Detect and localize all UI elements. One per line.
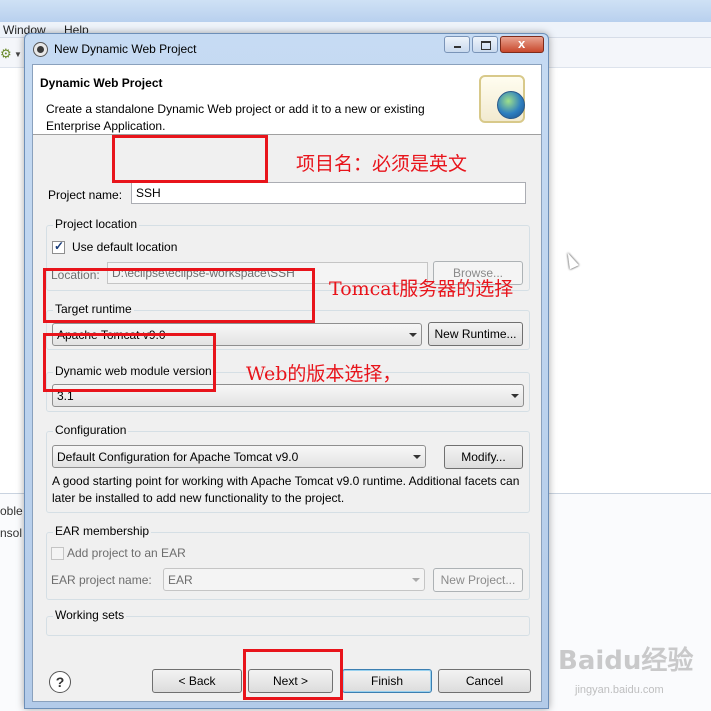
project-name-input[interactable]: SSH <box>131 182 526 204</box>
web-project-globe-icon <box>479 75 525 123</box>
dialog-title: New Dynamic Web Project <box>54 42 197 56</box>
project-name-highlight <box>112 135 268 183</box>
finish-button[interactable]: Finish <box>342 669 432 693</box>
use-default-location-checkbox[interactable] <box>52 239 65 254</box>
workbench-title-bar <box>0 0 711 22</box>
tab-problems[interactable]: oble <box>0 504 23 518</box>
wizard-banner: Dynamic Web Project Create a standalone … <box>33 65 541 135</box>
new-project-button: New Project... <box>433 568 523 592</box>
baidu-watermark-url: jingyan.baidu.com <box>575 684 664 696</box>
module-version-highlight <box>43 333 216 392</box>
chevron-down-icon <box>412 578 420 582</box>
help-icon[interactable]: ? <box>49 671 71 693</box>
configuration-value: Default Configuration for Apache Tomcat … <box>57 450 299 464</box>
window-controls <box>444 36 544 53</box>
close-button[interactable] <box>500 36 544 53</box>
ear-membership-group: EAR membership Add project to an EAR EAR… <box>46 524 530 600</box>
project-name-label: Project name: <box>48 188 123 202</box>
target-runtime-highlight <box>43 268 315 323</box>
minimize-button[interactable] <box>444 36 470 53</box>
next-button-highlight <box>243 649 343 700</box>
add-to-ear-label: Add project to an EAR <box>67 546 186 560</box>
runtime-annotation: Tomcat服务器的选择 <box>329 278 514 300</box>
chevron-down-icon <box>511 394 519 398</box>
ear-project-select: EAR <box>163 568 425 591</box>
ear-membership-title: EAR membership <box>53 524 152 538</box>
ear-project-value: EAR <box>168 573 193 587</box>
ear-project-name-label: EAR project name: <box>51 573 152 587</box>
cancel-button[interactable]: Cancel <box>438 669 531 693</box>
wizard-description: Create a standalone Dynamic Web project … <box>46 102 425 133</box>
configuration-title: Configuration <box>53 423 129 437</box>
add-to-ear-checkbox <box>51 547 64 560</box>
project-name-annotation: 项目名：必须是英文 <box>296 153 468 175</box>
version-annotation: Web的版本选择， <box>246 363 402 385</box>
maximize-button[interactable] <box>472 36 498 53</box>
tab-console[interactable]: nsol <box>0 526 22 540</box>
project-location-title: Project location <box>53 217 140 231</box>
chevron-down-icon[interactable]: ▼ <box>14 50 22 59</box>
working-sets-title: Working sets <box>53 608 127 622</box>
back-button[interactable]: < Back <box>152 669 242 693</box>
configuration-description: A good starting point for working with A… <box>52 474 520 505</box>
chevron-down-icon <box>409 333 417 337</box>
eclipse-icon <box>33 42 48 57</box>
run-icon[interactable]: ⚙ <box>0 46 12 62</box>
wizard-heading: Dynamic Web Project <box>40 76 163 90</box>
configuration-select[interactable]: Default Configuration for Apache Tomcat … <box>52 445 426 468</box>
chevron-down-icon <box>413 455 421 459</box>
baidu-watermark-logo: Baidu经验 <box>558 646 694 676</box>
modify-button[interactable]: Modify... <box>444 445 523 469</box>
working-sets-group: Working sets <box>46 608 530 636</box>
use-default-location-label: Use default location <box>72 240 178 254</box>
new-runtime-button[interactable]: New Runtime... <box>428 322 523 346</box>
configuration-group: Configuration Default Configuration for … <box>46 423 530 513</box>
